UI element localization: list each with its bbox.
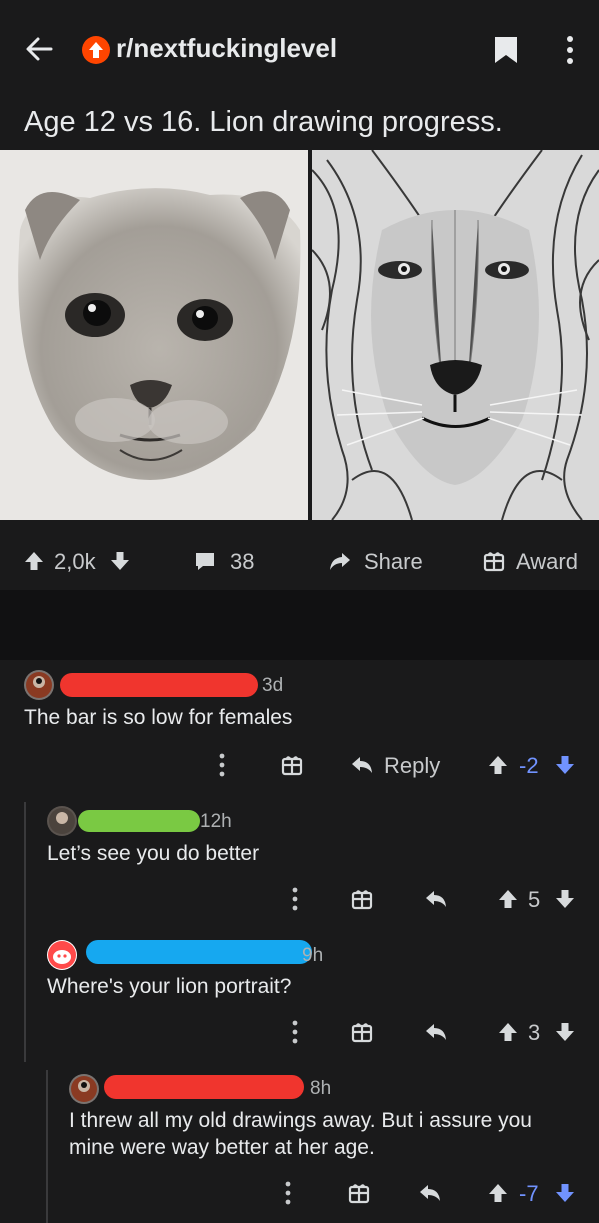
comment-text: Let’s see you do better (47, 842, 260, 865)
comment-score: -7 (519, 1181, 539, 1206)
comment-upvote-icon[interactable] (496, 1020, 520, 1044)
redacted-username (104, 1075, 304, 1099)
comment-downvote-icon[interactable] (553, 1181, 577, 1205)
reply-icon[interactable] (350, 753, 374, 777)
comment-downvote-icon[interactable] (553, 887, 577, 911)
commenter-avatar[interactable] (24, 670, 54, 700)
thread-line[interactable] (46, 1070, 48, 1223)
comment-upvote-icon[interactable] (486, 753, 510, 777)
subreddit-icon[interactable] (82, 36, 110, 64)
downvote-icon[interactable] (108, 549, 132, 573)
lion-cub-drawing-image[interactable] (0, 150, 308, 520)
comment-award-icon[interactable] (350, 1020, 374, 1044)
comment-more-icon[interactable] (214, 752, 230, 778)
comment-more-icon[interactable] (287, 886, 303, 912)
share-button[interactable]: Share (364, 549, 423, 575)
redacted-username (60, 673, 258, 697)
comment-more-icon[interactable] (280, 1180, 296, 1206)
reply-icon[interactable] (424, 1020, 448, 1044)
reply-icon[interactable] (424, 887, 448, 911)
back-arrow-icon[interactable] (24, 34, 54, 64)
more-options-icon[interactable] (560, 34, 580, 66)
comment-text: Where's your lion portrait? (47, 975, 292, 998)
comment-age: 8h (310, 1078, 332, 1099)
comment-downvote-icon[interactable] (553, 753, 577, 777)
comment-award-icon[interactable] (280, 753, 304, 777)
comment-upvote-icon[interactable] (496, 887, 520, 911)
section-divider (0, 590, 599, 660)
comment-award-icon[interactable] (347, 1181, 371, 1205)
comment-downvote-icon[interactable] (553, 1020, 577, 1044)
comment-text-line-2: mine were way better at her age. (69, 1136, 375, 1159)
thread-line[interactable] (24, 802, 26, 1062)
share-icon[interactable] (328, 549, 352, 573)
redacted-username (78, 810, 200, 832)
commenter-avatar[interactable] (69, 1074, 99, 1104)
post-title: Age 12 vs 16. Lion drawing progress. (24, 106, 503, 138)
award-button[interactable]: Award (516, 549, 578, 575)
redacted-username (86, 940, 312, 964)
comment-age: 3d (262, 675, 284, 696)
bookmark-icon[interactable] (493, 35, 519, 65)
post-score: 2,0k (54, 549, 96, 574)
comment-icon[interactable] (193, 549, 217, 573)
award-gift-icon[interactable] (482, 549, 506, 573)
comment-upvote-icon[interactable] (486, 1181, 510, 1205)
reply-icon[interactable] (418, 1181, 442, 1205)
comment-age: 12h (200, 811, 232, 832)
comment-count[interactable]: 38 (230, 549, 254, 575)
upvote-icon[interactable] (22, 549, 46, 573)
reply-button[interactable]: Reply (384, 753, 440, 779)
subreddit-name[interactable]: r/nextfuckinglevel (116, 33, 337, 64)
comment-score: 3 (528, 1020, 541, 1045)
comment-score: 5 (528, 887, 541, 912)
adult-lion-drawing-image[interactable] (311, 149, 599, 521)
comment-more-icon[interactable] (287, 1019, 303, 1045)
commenter-avatar[interactable] (47, 940, 77, 970)
comment-text: The bar is so low for females (24, 706, 293, 729)
comment-score: -2 (519, 753, 539, 778)
comment-text-line-1: I threw all my old drawings away. But i … (69, 1109, 532, 1132)
comment-award-icon[interactable] (350, 887, 374, 911)
comment-age: 9h (302, 945, 324, 966)
commenter-avatar[interactable] (47, 806, 77, 836)
